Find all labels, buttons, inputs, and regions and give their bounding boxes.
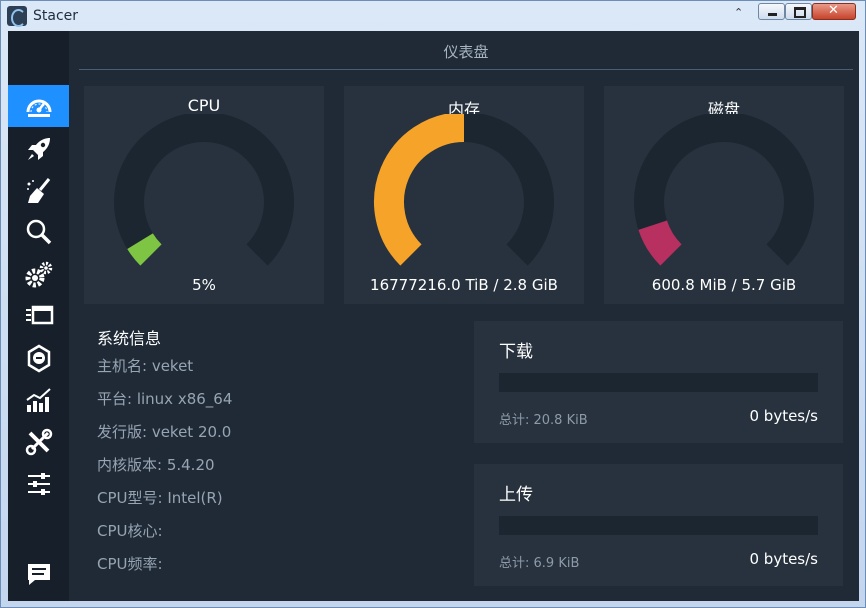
gauge-value: 5% [192, 276, 216, 294]
download-speed: 0 bytes/s [749, 407, 818, 425]
rocket-icon [27, 138, 50, 160]
app-client-area: 仪表盘 CPU 5% 内存 16777216.0 TiB / 2.8 GiB 磁… [8, 31, 859, 601]
uninstaller-icon [27, 344, 50, 373]
cpu-gauge-card: CPU 5% [84, 86, 324, 304]
cpu-speed-row: CPU频率: [97, 555, 163, 573]
dashboard-page: 仪表盘 CPU 5% 内存 16777216.0 TiB / 2.8 GiB 磁… [69, 31, 859, 601]
gauge-fill [374, 114, 465, 266]
sidebar-item-startup-apps[interactable] [8, 128, 69, 170]
close-button[interactable] [812, 3, 856, 20]
download-total: 总计: 20.8 KiB [499, 413, 588, 428]
sidebar-item-settings[interactable] [8, 463, 69, 505]
gauge-fill [638, 219, 683, 266]
sidebar-feedback-button[interactable] [8, 553, 69, 595]
memory-gauge-card: 内存 16777216.0 TiB / 2.8 GiB [344, 86, 584, 304]
sidebar-item-dashboard[interactable] [8, 85, 69, 127]
upload-title: 上传 [499, 485, 533, 505]
sidebar-item-resources[interactable] [8, 379, 69, 421]
sidebar-item-system-cleaner[interactable] [8, 170, 69, 212]
distribution-row: 发行版: veket 20.0 [97, 423, 232, 441]
gears-icon [25, 261, 52, 288]
upload-chart-bar [499, 516, 818, 535]
upload-speed: 0 bytes/s [749, 550, 818, 568]
resources-chart-icon [25, 388, 51, 412]
broom-icon [26, 178, 50, 203]
title-divider [79, 69, 853, 70]
sidebar-item-search[interactable] [8, 211, 69, 253]
download-title: 下载 [499, 342, 533, 362]
cpu-gauge [114, 114, 294, 266]
system-info-panel: 系统信息 主机名: veket 平台: linux x86_64 发行版: ve… [97, 325, 457, 586]
maximize-button[interactable] [785, 3, 812, 20]
processes-icon [25, 305, 53, 325]
sidebar-item-helpers[interactable] [8, 421, 69, 463]
download-card: 下载 总计: 20.8 KiB 0 bytes/s [474, 321, 843, 443]
chevron-up-icon[interactable]: ⌃ [734, 6, 743, 19]
tools-icon [25, 428, 52, 456]
gauge-value: 600.8 MiB / 5.7 GiB [651, 276, 797, 294]
minimize-button[interactable] [758, 3, 785, 20]
hostname-row: 主机名: veket [97, 357, 194, 375]
upload-total: 总计: 6.9 KiB [499, 556, 580, 571]
search-icon [26, 219, 51, 245]
gauge-title: CPU [187, 96, 221, 115]
system-info-title: 系统信息 [97, 329, 162, 348]
upload-card: 上传 总计: 6.9 KiB 0 bytes/s [474, 464, 843, 586]
download-chart-bar [499, 373, 818, 392]
sidebar-item-uninstaller[interactable] [8, 337, 69, 379]
disk-gauge-card: 磁盘 600.8 MiB / 5.7 GiB [604, 86, 844, 304]
page-title: 仪表盘 [443, 43, 489, 61]
window-title: Stacer [33, 8, 79, 24]
sidebar-item-services[interactable] [8, 253, 69, 295]
kernel-row: 内核版本: 5.4.20 [97, 456, 215, 474]
sidebar-item-processes[interactable] [8, 295, 69, 337]
cpu-model-row: CPU型号: Intel(R) [97, 489, 223, 507]
title-bar[interactable]: Stacer ⌃ [1, 1, 865, 31]
gauge-value: 16777216.0 TiB / 2.8 GiB [370, 276, 558, 294]
platform-row: 平台: linux x86_64 [97, 390, 233, 408]
memory-gauge [374, 114, 554, 266]
dashboard-icon [26, 99, 51, 117]
disk-gauge [634, 114, 814, 266]
cpu-cores-row: CPU核心: [97, 522, 163, 540]
feedback-icon [27, 564, 50, 585]
stacer-logo-icon [7, 6, 27, 27]
settings-sliders-icon [27, 473, 50, 495]
gauge-fill [127, 232, 162, 266]
app-window: Stacer ⌃ ✕ 仪表盘 CPU 5% 内存 16777216.0 TiB … [0, 0, 866, 608]
sidebar [8, 31, 69, 601]
